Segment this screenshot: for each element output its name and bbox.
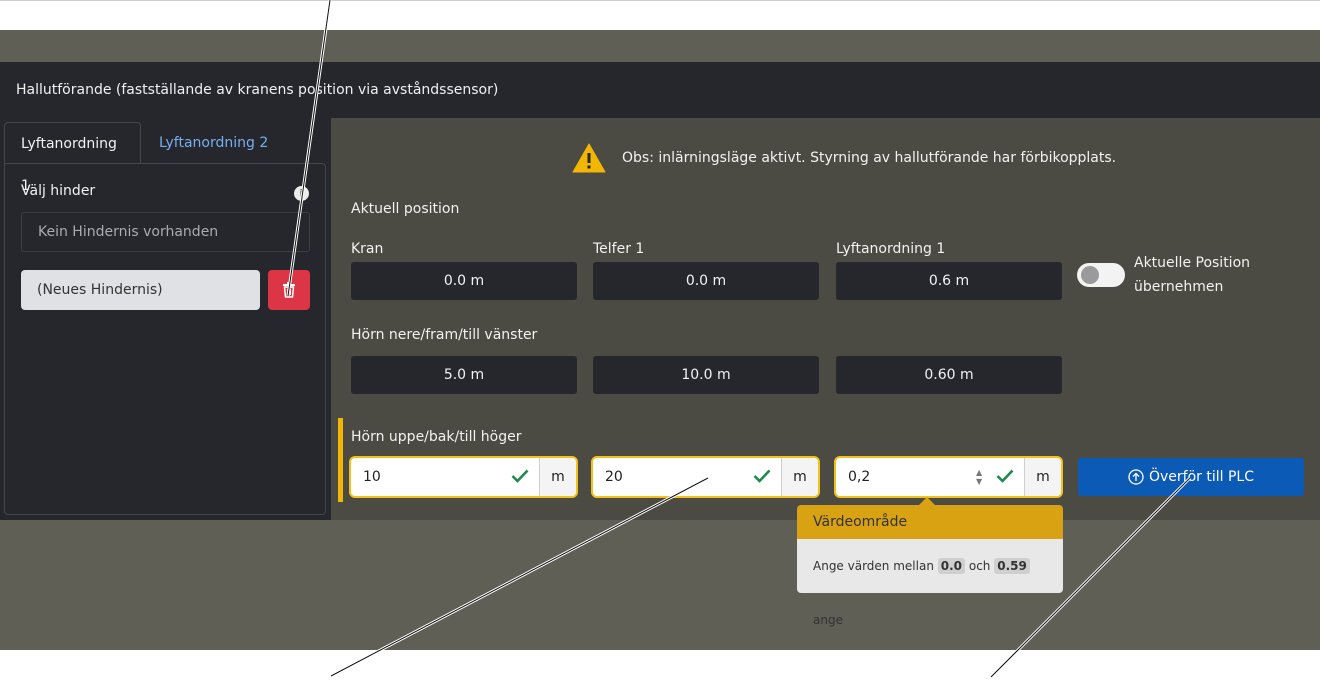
adopt-position-label-line1: Aktuelle Position — [1134, 255, 1251, 271]
hoist-position-value: 0.6 m — [836, 262, 1062, 300]
check-icon — [753, 469, 771, 483]
transfer-to-plc-label: Överför till PLC — [1149, 469, 1254, 485]
adopt-position-label: Aktuelle Position übernehmen — [1134, 251, 1250, 299]
corner-high-x-input[interactable]: 10 — [351, 458, 539, 496]
value-range-tooltip: Värdeområde Ange värden mellan 0.0 och 0… — [797, 497, 1063, 627]
top-border — [0, 0, 1320, 1]
upload-circle-icon — [1128, 469, 1144, 485]
unit-label: m — [781, 458, 818, 496]
tab-hoist-1[interactable]: Lyftanordning 1 — [4, 122, 141, 194]
corner-high-z-group: 0,2 ▲ ▼ m — [834, 456, 1063, 498]
tooltip-prefix: Ange värden mellan — [813, 559, 934, 573]
tooltip-arrow — [919, 497, 935, 505]
spinner-down-icon[interactable]: ▼ — [976, 477, 982, 486]
info-icon[interactable]: i — [294, 186, 309, 201]
active-section-indicator — [338, 418, 343, 502]
obstacle-select[interactable]: Kein Hindernis vorhanden — [21, 212, 310, 252]
hoist-label: Lyftanordning 1 — [836, 241, 946, 257]
warning-triangle-icon — [572, 143, 606, 173]
current-position-title: Aktuell position — [351, 201, 460, 217]
number-spinner[interactable]: ▲ ▼ — [976, 468, 982, 486]
corner-low-y-value: 10.0 m — [593, 356, 819, 394]
learning-mode-warning: Obs: inlärningsläge aktivt. Styrning av … — [572, 142, 1116, 174]
adopt-position-label-line2: übernehmen — [1134, 279, 1224, 295]
transfer-to-plc-button[interactable]: Överför till PLC — [1078, 458, 1304, 496]
tooltip-min-value: 0.0 — [937, 558, 966, 574]
corner-high-z-value: 0,2 — [848, 469, 871, 485]
trolley-position-value: 0.0 m — [593, 262, 819, 300]
tooltip-body: Ange värden mellan 0.0 och 0.59 ange — [797, 539, 1063, 627]
hoist-tabs: Lyftanordning 1 Lyftanordning 2 — [4, 122, 326, 194]
panel-header: Hallutförande (fastställande av kranens … — [0, 62, 1320, 118]
corner-low-x-value: 5.0 m — [351, 356, 577, 394]
obstacle-panel: Lyftanordning 1 Lyftanordning 2 — [0, 118, 331, 520]
spinner-up-icon[interactable]: ▲ — [976, 468, 982, 477]
crane-position-value: 0.0 m — [351, 262, 577, 300]
corner-high-y-input[interactable]: 20 — [593, 458, 781, 496]
corner-high-title: Hörn uppe/bak/till höger — [351, 429, 522, 445]
warning-text: Obs: inlärningsläge aktivt. Styrning av … — [622, 150, 1117, 166]
corner-high-x-group: 10 m — [349, 456, 578, 498]
corner-high-y-group: 20 m — [591, 456, 820, 498]
corner-low-z-value: 0.60 m — [836, 356, 1062, 394]
unit-label: m — [539, 458, 576, 496]
new-obstacle-name-input[interactable]: (Neues Hindernis) — [21, 270, 260, 310]
check-icon — [996, 469, 1014, 483]
unit-label: m — [1024, 458, 1061, 496]
tooltip-title: Värdeområde — [797, 505, 1063, 539]
trash-icon — [283, 282, 295, 298]
corner-high-z-input[interactable]: 0,2 ▲ ▼ — [836, 458, 1024, 496]
obstacle-select-label: Välj hinder — [21, 183, 96, 199]
trolley-label: Telfer 1 — [593, 241, 645, 257]
corner-high-y-value: 20 — [605, 469, 623, 485]
check-icon — [511, 469, 529, 483]
tab-hoist-2[interactable]: Lyftanordning 2 — [143, 122, 284, 164]
panel-title: Hallutförande (fastställande av kranens … — [16, 82, 499, 98]
tooltip-suffix: ange — [813, 613, 843, 627]
corner-high-x-value: 10 — [363, 469, 381, 485]
tooltip-middle: och — [968, 559, 991, 573]
corner-low-title: Hörn nere/fram/till vänster — [351, 327, 538, 343]
tooltip-max-value: 0.59 — [994, 558, 1030, 574]
toggle-knob — [1081, 266, 1099, 284]
adopt-position-toggle[interactable] — [1077, 263, 1125, 287]
crane-label: Kran — [351, 241, 384, 257]
delete-obstacle-button[interactable] — [268, 270, 310, 310]
